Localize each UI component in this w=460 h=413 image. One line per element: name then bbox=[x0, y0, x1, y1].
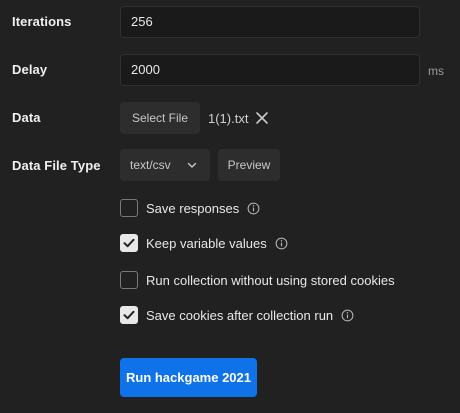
run-without-cookies-label: Run collection without using stored cook… bbox=[146, 272, 395, 288]
preview-button[interactable]: Preview bbox=[218, 149, 280, 181]
iterations-input[interactable]: 256 bbox=[120, 6, 420, 38]
select-file-button[interactable]: Select File bbox=[120, 102, 200, 134]
checkmark-icon bbox=[123, 310, 135, 320]
delay-label: Delay bbox=[12, 62, 48, 77]
keep-variable-values-label: Keep variable values bbox=[146, 235, 267, 251]
save-cookies-label: Save cookies after collection run bbox=[146, 307, 334, 323]
save-responses-label: Save responses bbox=[146, 200, 240, 216]
checkmark-icon bbox=[123, 238, 135, 248]
info-icon[interactable] bbox=[247, 202, 260, 215]
keep-variable-values-checkbox[interactable] bbox=[120, 234, 138, 252]
info-icon[interactable] bbox=[275, 237, 288, 250]
info-icon[interactable] bbox=[341, 309, 354, 322]
chevron-down-icon bbox=[187, 162, 197, 168]
option-keep-variable-values[interactable]: Keep variable values bbox=[120, 233, 288, 253]
run-collection-button[interactable]: Run hackgame 2021 bbox=[120, 358, 257, 397]
option-run-without-cookies[interactable]: Run collection without using stored cook… bbox=[120, 270, 395, 290]
iterations-label: Iterations bbox=[12, 14, 72, 29]
run-without-cookies-checkbox[interactable] bbox=[120, 271, 138, 289]
option-save-cookies[interactable]: Save cookies after collection run bbox=[120, 305, 354, 325]
delay-unit: ms bbox=[428, 64, 444, 78]
delay-input[interactable]: 2000 bbox=[120, 54, 420, 86]
option-save-responses[interactable]: Save responses bbox=[120, 198, 260, 218]
selected-file-name: 1(1).txt bbox=[208, 111, 249, 126]
collection-runner-settings: Iterations 256 Delay 2000 ms Data Select… bbox=[0, 0, 460, 413]
data-file-type-label: Data File Type bbox=[12, 158, 101, 173]
data-label: Data bbox=[12, 110, 41, 125]
data-file-type-value: text/csv bbox=[130, 158, 171, 172]
data-file-type-select[interactable]: text/csv bbox=[120, 149, 210, 181]
save-cookies-checkbox[interactable] bbox=[120, 306, 138, 324]
save-responses-checkbox[interactable] bbox=[120, 199, 138, 217]
close-icon[interactable] bbox=[254, 110, 270, 126]
